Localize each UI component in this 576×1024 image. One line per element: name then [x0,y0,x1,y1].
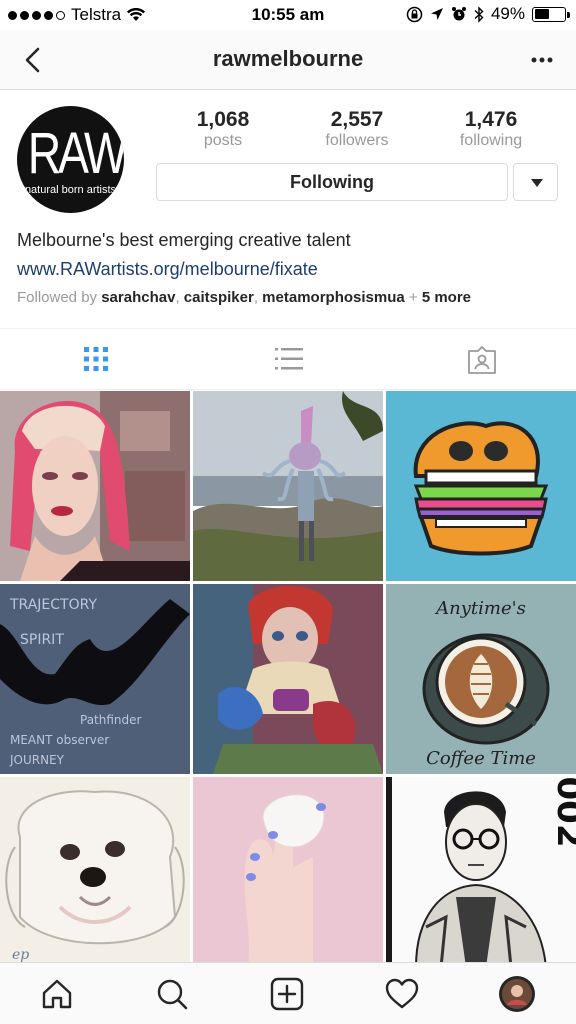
stat-value: 1,476 [464,108,518,131]
location-icon [430,8,443,20]
stat-label: following [459,132,523,149]
svg-text:TRAJECTORY: TRAJECTORY [9,597,97,613]
doll-painting-image [193,584,383,774]
suggestions-dropdown-button[interactable] [513,163,558,201]
stat-following[interactable]: 1,476 following [424,108,558,150]
post-tile[interactable] [193,777,383,967]
profile-avatar-icon [499,976,535,1012]
follower-user[interactable]: metamorphosismua [262,289,405,306]
grid-icon [84,347,108,371]
portrait-pink-hair-image [0,391,190,581]
svg-text:SPIRIT: SPIRIT [20,632,64,648]
followed-by-more[interactable]: 5 more [422,289,471,306]
stat-label: followers [325,132,389,149]
drawing-side-text: 002 [549,777,576,847]
bottom-tab-bar [0,962,576,1024]
follower-user[interactable]: sarahchav [101,289,175,306]
followed-by-line[interactable]: Followed by sarahchav, caitspiker, metam… [17,289,471,306]
status-right: 49% [406,4,570,24]
caret-down-icon [531,179,543,187]
post-tile[interactable]: TRAJECTORY SPIRIT Pathfinder MEANT obser… [0,584,190,774]
svg-text:ep: ep [12,947,29,963]
avatar-tagline: natural born artists [24,184,117,196]
svg-text:Pathfinder: Pathfinder [80,713,142,727]
bluetooth-icon [474,5,484,23]
stat-value: 2,557 [330,108,384,131]
tagged-person-icon [468,346,496,374]
tab-home[interactable] [0,963,115,1024]
coffee-tile-caption: Coffee Time [426,748,536,769]
tab-list-view[interactable] [192,329,384,389]
profile-avatar[interactable]: RAW natural born artists [17,106,124,213]
post-tile[interactable] [193,391,383,581]
more-options-icon[interactable] [526,44,558,76]
svg-text:MEANT observer: MEANT observer [10,733,109,747]
tab-activity[interactable] [345,963,460,1024]
stat-followers[interactable]: 2,557 followers [290,108,424,150]
post-tile[interactable]: 002 [386,777,576,967]
squid-sculpture-beach-image [193,391,383,581]
followed-by-prefix: Followed by [17,289,102,306]
alarm-icon [451,7,466,21]
heart-icon [385,978,419,1009]
profile-stats: 1,068 posts 2,557 followers 1,476 follow… [156,108,558,150]
profile-website-link[interactable]: www.RAWartists.org/melbourne/fixate [17,259,318,280]
tab-profile[interactable] [460,963,575,1024]
trajectory-spirit-art-image: TRAJECTORY SPIRIT Pathfinder MEANT obser… [0,584,190,774]
profile-username-title: rawmelbourne [212,46,364,71]
dog-drawing-image: ep [0,777,190,967]
profile-bio: Melbourne's best emerging creative talen… [17,230,351,250]
home-icon [42,979,72,1009]
tab-new-post[interactable] [230,963,345,1024]
post-tile[interactable] [0,391,190,581]
tab-search[interactable] [115,963,230,1024]
nav-header: rawmelbourne [0,30,576,90]
rotation-lock-icon [406,6,423,22]
hand-holding-object-image [193,777,383,967]
profile-view-tabs [0,328,576,390]
battery-icon [532,6,570,22]
post-tile[interactable]: Anytime's Coffee Time [386,584,576,774]
man-glasses-drawing-image: 002 [386,777,576,967]
list-icon [275,348,303,370]
stat-posts[interactable]: 1,068 posts [156,108,290,150]
battery-percent: 49% [490,4,525,23]
status-bar: Telstra 10:55 am 49% [0,0,576,30]
burger-illustration-image [386,391,576,581]
coffee-tile-title: Anytime's [434,598,526,619]
search-icon [157,979,188,1010]
follower-user[interactable]: caitspiker [184,289,254,306]
svg-text:JOURNEY: JOURNEY [9,753,65,767]
add-post-icon [270,977,304,1011]
post-tile[interactable] [386,391,576,581]
tab-tagged-photos[interactable] [384,329,576,389]
avatar-logo-text: RAW [27,121,124,186]
coffee-time-illustration-image: Anytime's Coffee Time [386,584,576,774]
post-tile[interactable] [193,584,383,774]
following-button[interactable]: Following [156,163,508,201]
stat-value: 1,068 [196,108,250,131]
tab-grid-view[interactable] [0,329,192,389]
post-tile[interactable]: ep [0,777,190,967]
stat-label: posts [203,132,243,149]
